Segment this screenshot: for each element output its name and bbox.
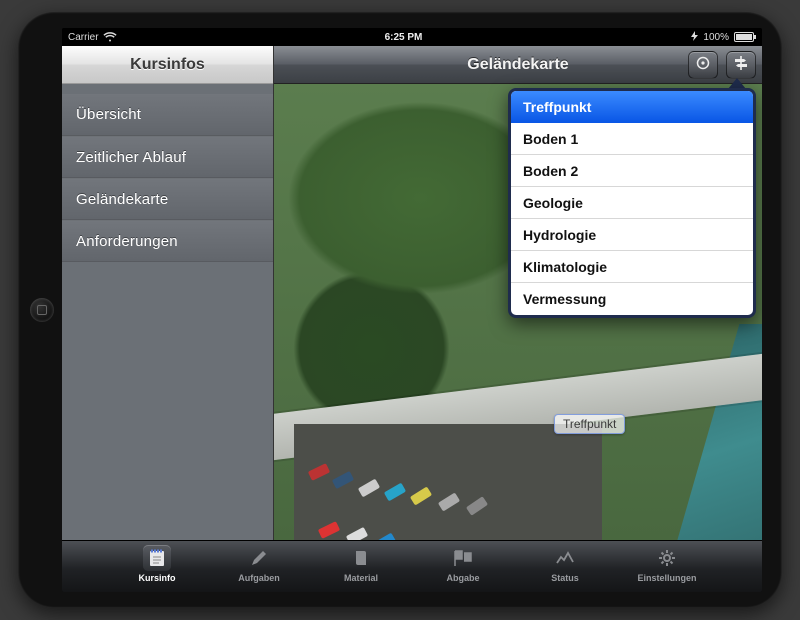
- battery-percent: 100%: [703, 32, 729, 43]
- popover-item-label: Klimatologie: [523, 259, 607, 275]
- map-pin-label[interactable]: Treffpunkt: [554, 414, 625, 434]
- sidebar-item-label: Anforderungen: [76, 233, 178, 250]
- gear-icon: [653, 545, 681, 571]
- popover-item-boden2[interactable]: Boden 2: [511, 155, 753, 187]
- popover-item-label: Boden 1: [523, 131, 578, 147]
- popover-item-label: Boden 2: [523, 163, 578, 179]
- tab-abgabe[interactable]: Abgabe: [425, 545, 501, 592]
- popover-item-treffpunkt[interactable]: Treffpunkt: [511, 91, 753, 123]
- popover-item-label: Vermessung: [523, 291, 606, 307]
- notes-icon: [143, 545, 171, 571]
- battery-icon: [734, 32, 756, 42]
- popover-item-label: Hydrologie: [523, 227, 596, 243]
- page-title: Geländekarte: [467, 56, 568, 74]
- locate-button[interactable]: [688, 51, 718, 79]
- flag-icon: [449, 545, 477, 571]
- popover-item-hydrologie[interactable]: Hydrologie: [511, 219, 753, 251]
- map-parking: [294, 424, 602, 540]
- sidebar-title: Kursinfos: [62, 46, 273, 84]
- tab-bar: Kursinfo Aufgaben Material: [62, 540, 762, 592]
- tab-label: Material: [344, 573, 378, 583]
- tab-label: Einstellungen: [637, 573, 696, 583]
- home-button[interactable]: [30, 298, 54, 322]
- tab-einstellungen[interactable]: Einstellungen: [629, 545, 705, 592]
- target-icon: [695, 55, 711, 76]
- sidebar-item-schedule[interactable]: Zeitlicher Ablauf: [62, 136, 273, 178]
- tab-aufgaben[interactable]: Aufgaben: [221, 545, 297, 592]
- tab-label: Abgabe: [446, 573, 479, 583]
- main-pane: Geländekarte: [274, 46, 762, 540]
- sidebar-item-overview[interactable]: Übersicht: [62, 94, 273, 136]
- sidebar-item-requirements[interactable]: Anforderungen: [62, 220, 273, 262]
- layers-button[interactable]: [726, 51, 756, 79]
- popover-item-boden1[interactable]: Boden 1: [511, 123, 753, 155]
- carrier-label: Carrier: [68, 32, 99, 43]
- app: Kursinfos Übersicht Zeitlicher Ablauf Ge…: [62, 46, 762, 592]
- main-header: Geländekarte: [274, 46, 762, 84]
- chart-icon: [551, 545, 579, 571]
- tab-material[interactable]: Material: [323, 545, 399, 592]
- popover-item-klimatologie[interactable]: Klimatologie: [511, 251, 753, 283]
- wifi-icon: [104, 33, 116, 42]
- clock-label: 6:25 PM: [116, 32, 692, 43]
- book-icon: [347, 545, 375, 571]
- popover-item-vermessung[interactable]: Vermessung: [511, 283, 753, 315]
- status-bar: Carrier 6:25 PM 100%: [62, 28, 762, 46]
- popover-item-geologie[interactable]: Geologie: [511, 187, 753, 219]
- tab-label: Status: [551, 573, 579, 583]
- tab-kursinfo[interactable]: Kursinfo: [119, 545, 195, 592]
- tab-label: Kursinfo: [139, 573, 176, 583]
- sidebar-item-label: Geländekarte: [76, 191, 168, 208]
- tab-label: Aufgaben: [238, 573, 280, 583]
- charging-icon: [691, 31, 698, 44]
- popover-item-label: Geologie: [523, 195, 583, 211]
- popover: Treffpunkt Boden 1 Boden 2 Geologie: [508, 88, 756, 318]
- popover-list: Treffpunkt Boden 1 Boden 2 Geologie: [511, 91, 753, 315]
- sidebar-item-label: Zeitlicher Ablauf: [76, 149, 186, 166]
- ipad-frame: Carrier 6:25 PM 100% Kursinfos: [18, 12, 782, 608]
- sidebar-list: Übersicht Zeitlicher Ablauf Geländekarte…: [62, 84, 273, 262]
- pencil-icon: [245, 545, 273, 571]
- popover-item-label: Treffpunkt: [523, 99, 591, 115]
- sidebar-item-label: Übersicht: [76, 106, 141, 123]
- screen: Carrier 6:25 PM 100% Kursinfos: [62, 28, 762, 592]
- sidebar-item-terrainmap[interactable]: Geländekarte: [62, 178, 273, 220]
- tab-status[interactable]: Status: [527, 545, 603, 592]
- sidebar: Kursinfos Übersicht Zeitlicher Ablauf Ge…: [62, 46, 274, 540]
- signpost-icon: [733, 55, 749, 76]
